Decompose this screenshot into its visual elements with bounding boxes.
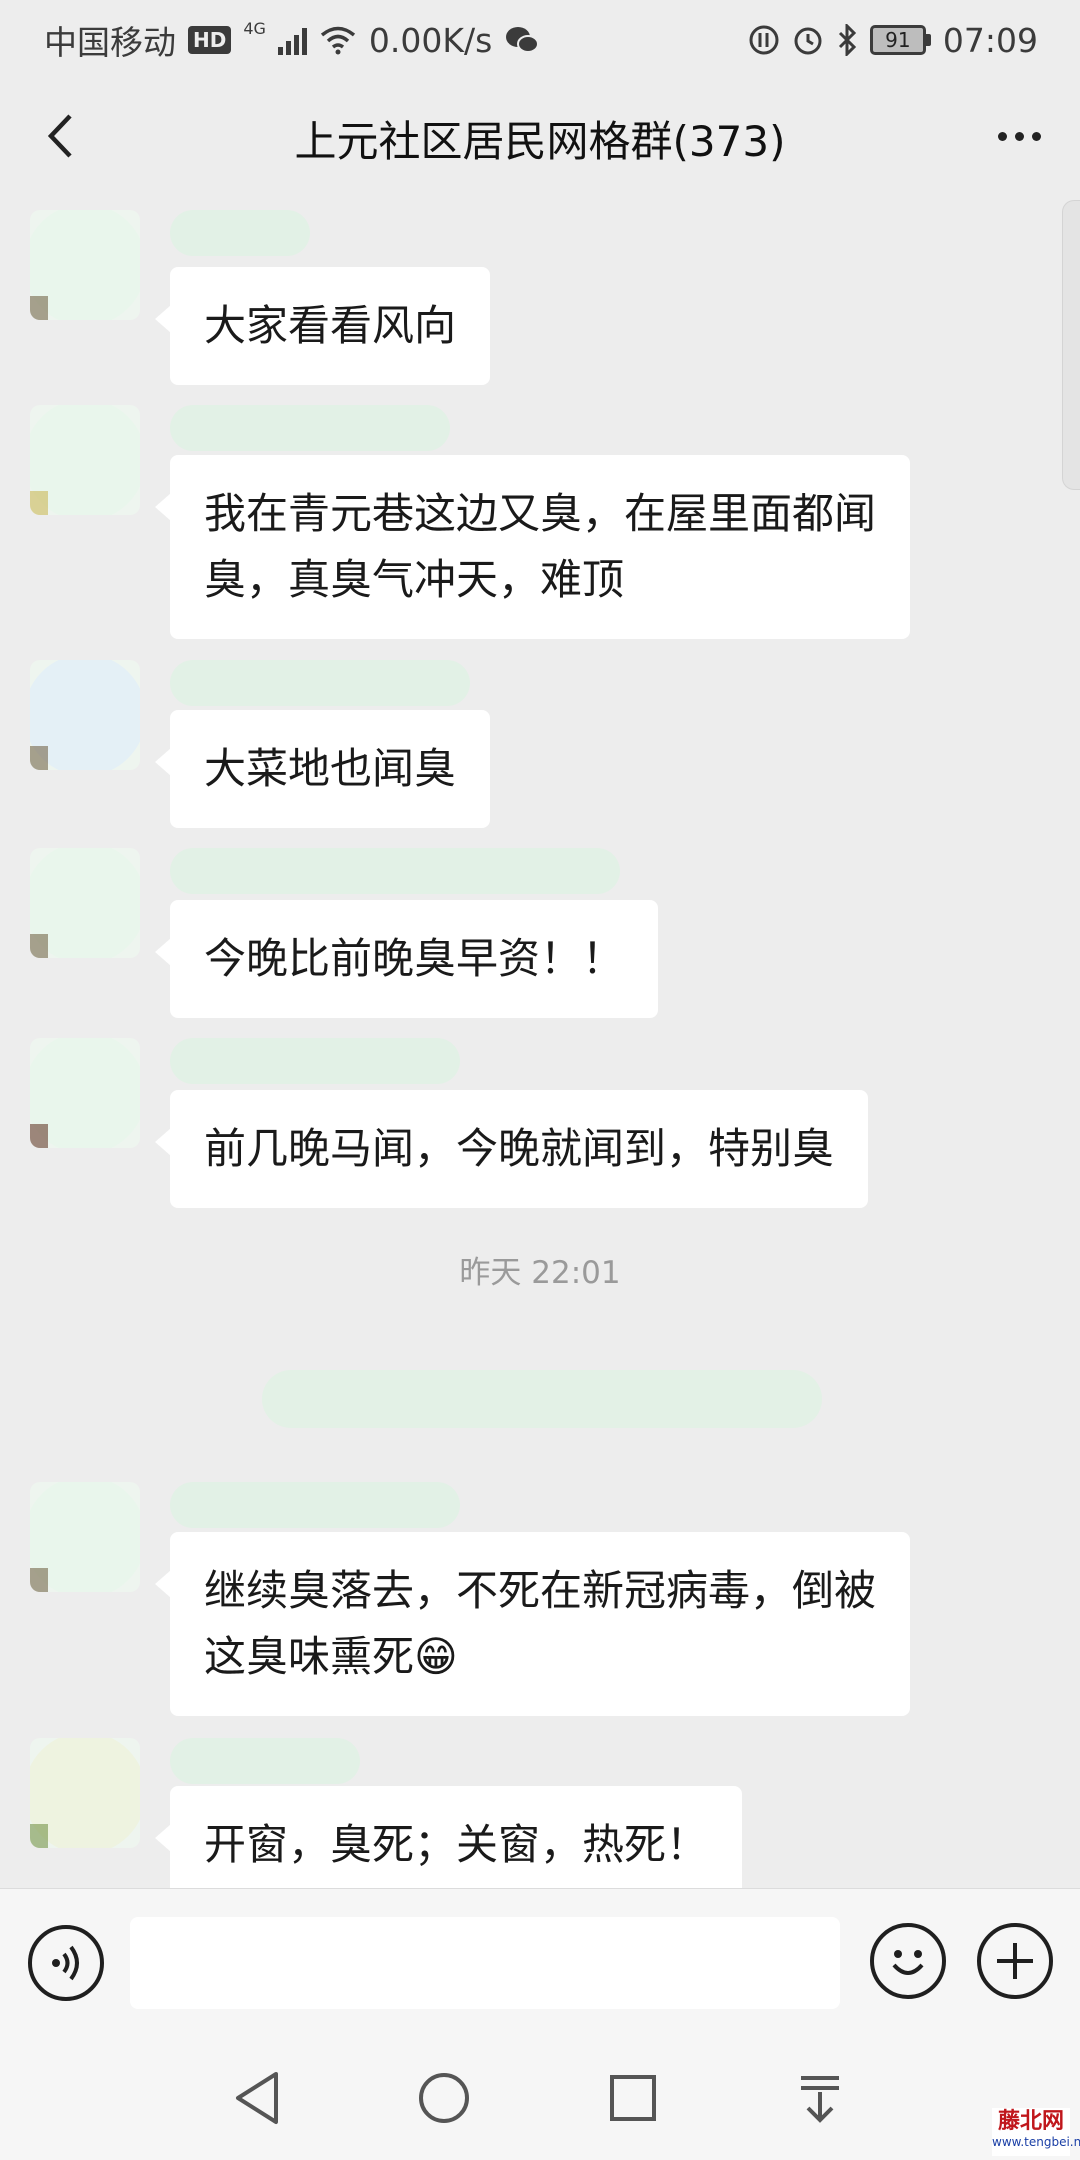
- message-item: 大家看看风向: [30, 210, 1050, 385]
- page-title: 上元社区居民网格群(373): [294, 116, 786, 166]
- status-right: 91 07:09: [748, 21, 1038, 60]
- clock: 07:09: [942, 20, 1038, 60]
- avatar[interactable]: [30, 660, 140, 770]
- status-left: 中国移动 HD 4G 0.00K/s: [44, 16, 540, 64]
- message-bubble[interactable]: 大菜地也闻臭: [154, 710, 491, 828]
- wifi-icon: [320, 26, 356, 55]
- nav-notification-icon[interactable]: [795, 2070, 845, 2126]
- bluetooth-icon: [838, 24, 857, 56]
- message-bubble[interactable]: 开窗，臭死；关窗，热死！: [154, 1786, 743, 1888]
- hd-badge: HD: [188, 26, 232, 54]
- sender-name: [170, 1038, 460, 1084]
- input-bar: [0, 1888, 1080, 2038]
- more-dots-icon: [997, 131, 1007, 141]
- voice-icon: [52, 1945, 79, 1981]
- message-bubble[interactable]: 前几晚马闻，今晚就闻到，特别臭: [154, 1090, 869, 1208]
- scrollbar[interactable]: [1062, 200, 1080, 490]
- nav-home-icon[interactable]: [417, 2071, 471, 2125]
- alarm-icon: [794, 27, 822, 55]
- message-item: 开窗，臭死；关窗，热死！: [30, 1738, 1050, 1888]
- message-item: 大菜地也闻臭: [30, 660, 1050, 830]
- more-functions-button[interactable]: [977, 1923, 1053, 1999]
- watermark-url: www.tengbei.net: [992, 2135, 1080, 2149]
- message-bubble[interactable]: 今晚比前晚臭早资！！: [154, 900, 659, 1018]
- avatar[interactable]: [30, 1738, 140, 1848]
- system-notice: [262, 1370, 822, 1428]
- voice-button[interactable]: [28, 1925, 104, 2001]
- status-bar: 中国移动 HD 4G 0.00K/s 91 07:09: [0, 0, 1080, 80]
- sender-name: [170, 1482, 460, 1528]
- nav-back-icon[interactable]: [232, 2070, 282, 2126]
- more-button[interactable]: [984, 106, 1054, 166]
- signal-icon: [277, 25, 307, 55]
- sender-name: [170, 848, 620, 894]
- nav-recents-icon[interactable]: [608, 2073, 658, 2123]
- battery-icon: 91: [869, 25, 931, 55]
- avatar[interactable]: [30, 1038, 140, 1148]
- battery-level: 91: [869, 25, 926, 55]
- emoji-button[interactable]: [870, 1923, 946, 1999]
- sender-name: [170, 405, 450, 451]
- message-timestamp: 昨天 22:01: [459, 1255, 621, 1291]
- sender-name: [170, 1738, 360, 1784]
- data-saver-icon: [749, 25, 779, 55]
- message-item: 今晚比前晚臭早资！！: [30, 848, 1050, 1018]
- message-input[interactable]: [130, 1917, 840, 2009]
- message-item: 前几晚马闻，今晚就闻到，特别臭: [30, 1038, 1050, 1208]
- watermark-name: 藤北网: [997, 2108, 1064, 2134]
- sender-name: [170, 210, 310, 256]
- plus-icon: [997, 1943, 1033, 1979]
- carrier-label: 中国移动: [44, 23, 176, 62]
- avatar[interactable]: [30, 405, 140, 515]
- message-item: 我在青元巷这边又臭，在屋里面都闻臭，真臭气冲天，难顶: [30, 405, 1050, 639]
- message-bubble[interactable]: 我在青元巷这边又臭，在屋里面都闻臭，真臭气冲天，难顶: [155, 455, 910, 639]
- wechat-notification-icon: [506, 27, 540, 53]
- network-speed: 0.00K/s: [368, 20, 493, 60]
- message-bubble[interactable]: 大家看看风向: [154, 267, 491, 385]
- back-button[interactable]: [30, 106, 90, 166]
- site-watermark: 藤北网 www.tengbei.net: [992, 2108, 1080, 2156]
- system-navigation-bar: [0, 2038, 1080, 2160]
- sender-name: [170, 660, 470, 706]
- avatar[interactable]: [30, 1482, 140, 1592]
- chevron-left-icon: [47, 114, 72, 158]
- avatar[interactable]: [30, 848, 140, 958]
- network-label: 4G: [243, 18, 266, 38]
- chat-header: 上元社区居民网格群(373): [0, 80, 1080, 196]
- message-bubble[interactable]: 继续臭落去，不死在新冠病毒，倒被这臭味熏死😁: [155, 1532, 910, 1716]
- avatar[interactable]: [30, 210, 140, 320]
- message-item: 继续臭落去，不死在新冠病毒，倒被这臭味熏死😁: [30, 1482, 1050, 1722]
- emoji-icon: [892, 1950, 924, 1975]
